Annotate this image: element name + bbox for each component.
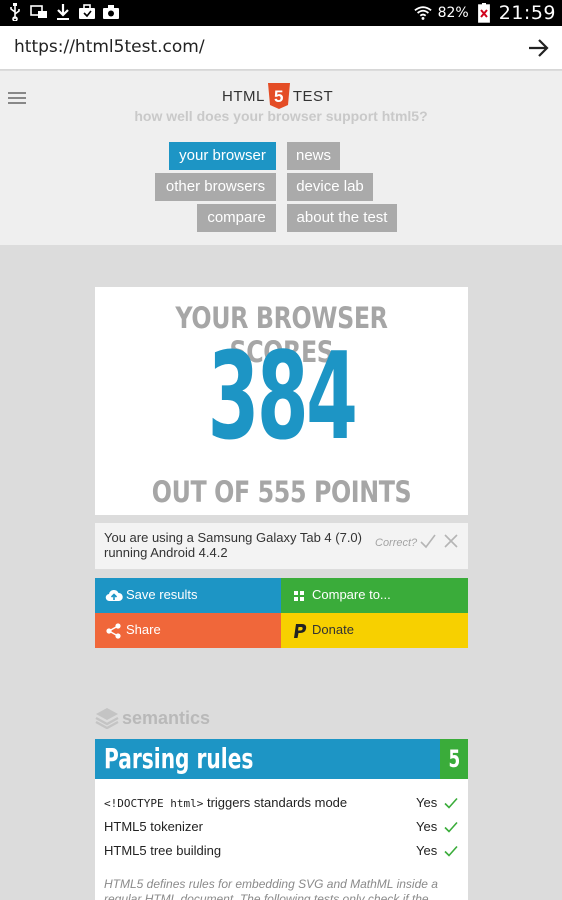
test-name: HTML5 tokenizer bbox=[104, 819, 203, 834]
site-logo[interactable]: HTML 5 TEST bbox=[222, 83, 333, 109]
nav-compare[interactable]: compare bbox=[197, 204, 276, 232]
category-label: semantics bbox=[122, 707, 211, 728]
nav-other-browsers[interactable]: other browsers bbox=[155, 173, 276, 201]
test-list: <!DOCTYPE html> triggers standards mode … bbox=[95, 779, 468, 900]
paypal-icon bbox=[291, 622, 309, 640]
hamburger-menu-icon[interactable] bbox=[8, 90, 26, 104]
confirm-check-icon[interactable] bbox=[419, 532, 437, 550]
save-results-button[interactable]: Save results bbox=[95, 578, 281, 613]
address-bar[interactable]: https://html5test.com/ bbox=[0, 26, 562, 70]
score-card: YOUR BROWSER SCORES 384 OUT OF 555 POINT… bbox=[95, 287, 468, 515]
url-text[interactable]: https://html5test.com/ bbox=[14, 37, 205, 57]
share-label: Share bbox=[126, 622, 161, 637]
nav-your-browser[interactable]: your browser bbox=[169, 142, 276, 170]
status-bar: 82% 21:59 bbox=[0, 0, 562, 26]
battery-percent: 82% bbox=[437, 5, 469, 21]
go-arrow-icon[interactable] bbox=[524, 34, 552, 62]
wifi-icon bbox=[413, 4, 432, 22]
logo-text-right: TEST bbox=[292, 87, 334, 105]
share-button[interactable]: Share bbox=[95, 613, 281, 648]
compare-to-label: Compare to... bbox=[312, 587, 391, 602]
compare-to-button[interactable]: Compare to... bbox=[281, 578, 468, 613]
grid-icon bbox=[291, 587, 309, 605]
pass-check-icon bbox=[443, 819, 459, 835]
score-value: 384 bbox=[207, 328, 358, 467]
nav-about-the-test[interactable]: about the test bbox=[287, 204, 397, 232]
test-label: triggers standards mode bbox=[203, 795, 348, 810]
share-icon bbox=[105, 622, 123, 640]
briefcase-icon bbox=[78, 3, 96, 21]
battery-icon bbox=[475, 3, 493, 23]
section-note: HTML5 defines rules for embedding SVG an… bbox=[104, 877, 438, 900]
system-indicators: 82% 21:59 bbox=[413, 0, 556, 26]
layers-icon bbox=[95, 707, 119, 730]
nav-news[interactable]: news bbox=[287, 142, 340, 170]
test-label: HTML5 tree building bbox=[104, 843, 222, 858]
reject-x-icon[interactable] bbox=[442, 532, 460, 550]
html5-shield-icon: 5 bbox=[267, 83, 291, 109]
test-code: <!DOCTYPE html> bbox=[104, 797, 204, 810]
camera-icon bbox=[102, 3, 120, 21]
test-name: HTML5 tree building bbox=[104, 843, 221, 858]
test-result: Yes bbox=[416, 795, 438, 810]
test-result: Yes bbox=[416, 819, 438, 834]
correct-label: Correct? bbox=[375, 537, 418, 549]
test-result: Yes bbox=[416, 843, 438, 858]
logo-text-left: HTML bbox=[222, 87, 265, 105]
download-icon bbox=[54, 3, 72, 21]
donate-label: Donate bbox=[312, 622, 354, 637]
notification-icons bbox=[6, 3, 120, 21]
section-score-badge: 5 bbox=[440, 739, 468, 779]
device-line-2: running Android 4.4.2 bbox=[104, 545, 228, 560]
device-description: You are using a Samsung Galaxy Tab 4 (7.… bbox=[104, 530, 364, 560]
section-score-value: 5 bbox=[448, 745, 460, 773]
cloud-upload-icon bbox=[105, 587, 123, 605]
donate-button[interactable]: Donate bbox=[281, 613, 468, 648]
pass-check-icon bbox=[443, 843, 459, 859]
tagline: how well does your browser support html5… bbox=[134, 108, 428, 124]
device-info: You are using a Samsung Galaxy Tab 4 (7.… bbox=[95, 523, 468, 569]
section-title: Parsing rules bbox=[104, 742, 254, 775]
clock: 21:59 bbox=[498, 2, 556, 24]
device-line-1: You are using a Samsung Galaxy Tab 4 (7.… bbox=[104, 530, 362, 545]
save-results-label: Save results bbox=[126, 587, 198, 602]
pass-check-icon bbox=[443, 795, 459, 811]
test-row: <!DOCTYPE html> triggers standards mode … bbox=[95, 791, 468, 815]
logo-badge-number: 5 bbox=[274, 87, 284, 106]
section-header-parsing-rules[interactable]: Parsing rules 5 bbox=[95, 739, 468, 779]
test-name: <!DOCTYPE html> triggers standards mode bbox=[104, 795, 347, 810]
nav-device-lab[interactable]: device lab bbox=[287, 173, 373, 201]
category-heading: semantics bbox=[95, 706, 210, 730]
test-row: HTML5 tree building Yes bbox=[95, 839, 468, 863]
test-row: HTML5 tokenizer Yes bbox=[95, 815, 468, 839]
site-header: HTML 5 TEST how well does your browser s… bbox=[0, 71, 562, 245]
screen-mirror-icon bbox=[30, 3, 48, 21]
test-label: HTML5 tokenizer bbox=[104, 819, 203, 834]
usb-icon bbox=[6, 3, 24, 21]
score-out-of: OUT OF 555 POINTS bbox=[151, 475, 412, 509]
